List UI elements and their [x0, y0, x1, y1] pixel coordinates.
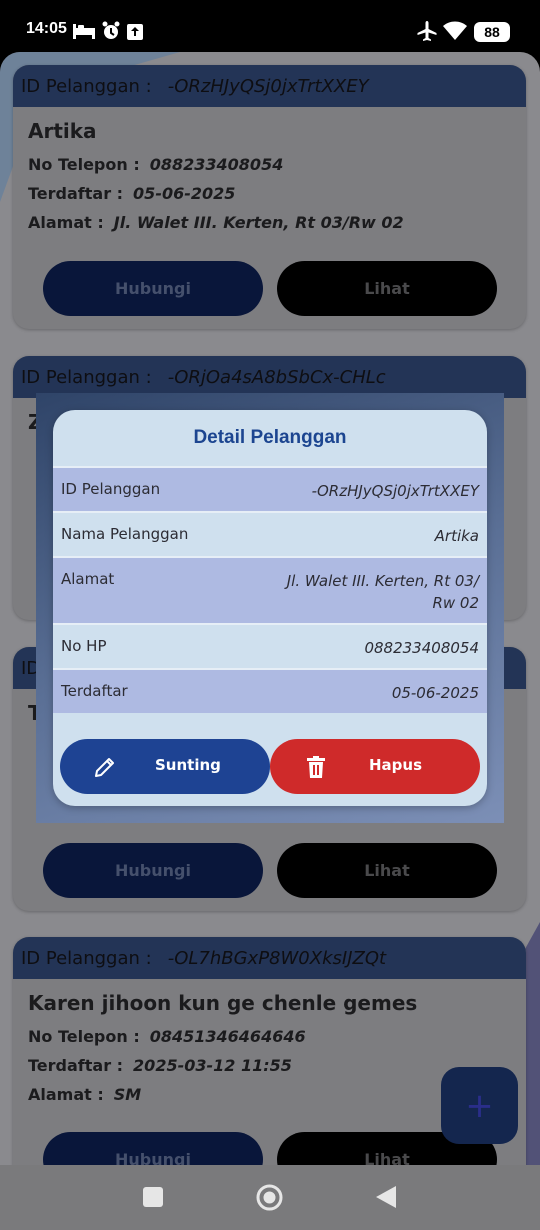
customer-id-label: ID Pelanggan :	[21, 947, 152, 969]
detail-row-name: Nama Pelanggan Artika	[53, 511, 487, 556]
detail-row-phone: No HP 088233408054	[53, 623, 487, 668]
detail-row-registered: Terdaftar 05-06-2025	[53, 668, 487, 713]
contact-button[interactable]: Hubungi	[43, 843, 263, 898]
battery-icon: 88	[474, 22, 510, 42]
detail-key: No HP	[61, 637, 107, 655]
address-row: Alamat : Jl. Walet III. Kerten, Rt 03/Rw …	[28, 213, 404, 232]
detail-value: 05-06-2025	[391, 684, 479, 702]
alarm-icon	[102, 21, 120, 39]
trash-icon	[307, 756, 325, 778]
upload-icon	[127, 24, 143, 40]
phone-value: 08451346464646	[149, 1027, 306, 1046]
phone-value: 088233408054	[149, 155, 284, 174]
registered-value: 05-06-2025	[133, 184, 236, 203]
pencil-icon	[95, 758, 114, 777]
phone-row: No Telepon :08451346464646	[28, 1027, 306, 1046]
customer-name: Karen jihoon kun ge chenle gemes	[28, 991, 418, 1015]
status-time: 14:05	[26, 20, 67, 37]
view-button[interactable]: Lihat	[277, 843, 497, 898]
edit-button[interactable]: Sunting	[60, 739, 270, 794]
detail-value: Artika	[434, 527, 479, 545]
add-customer-button[interactable]: +	[441, 1067, 518, 1144]
dialog-title: Detail Pelanggan	[193, 427, 347, 448]
card-header: ID Pelanggan : -ORjOa4sA8bSbCx-CHLc	[13, 356, 526, 398]
detail-value: Jl. Walet III. Kerten, Rt 03/ Rw 02	[286, 572, 479, 612]
customer-id-label: ID Pelanggan :	[21, 366, 152, 388]
detail-key: Terdaftar	[61, 682, 128, 700]
registered-row: Terdaftar :05-06-2025	[28, 184, 236, 203]
customer-card: ID Pelanggan : -ORzHJyQSj0jxTrtXXEY Arti…	[13, 65, 526, 329]
customer-id-value: -ORzHJyQSj0jxTrtXXEY	[167, 75, 369, 97]
detail-value: -ORzHJyQSj0jxTrtXXEY	[311, 482, 479, 500]
detail-key: Nama Pelanggan	[61, 525, 189, 543]
card-header: ID Pelanggan : -ORzHJyQSj0jxTrtXXEY	[13, 65, 526, 107]
contact-button[interactable]: Hubungi	[43, 261, 263, 316]
detail-key: Alamat	[61, 570, 115, 588]
card-header: ID Pelanggan : -OL7hBGxP8W0XksIJZQt	[13, 937, 526, 979]
delete-button-label: Hapus	[369, 756, 423, 774]
registered-value: 2025-03-12 11:55	[133, 1056, 292, 1075]
wifi-icon	[443, 21, 467, 40]
address-value: Jl. Walet III. Kerten, Rt 03/Rw 02	[113, 213, 404, 232]
address-value: SM	[113, 1085, 142, 1104]
back-button[interactable]	[376, 1186, 396, 1208]
delete-button[interactable]: Hapus	[270, 739, 480, 794]
customer-name: Artika	[28, 119, 97, 143]
edit-button-label: Sunting	[155, 756, 221, 774]
detail-key: ID Pelanggan	[61, 480, 161, 498]
detail-row-address: Alamat Jl. Walet III. Kerten, Rt 03/ Rw …	[53, 556, 487, 623]
detail-row-id: ID Pelanggan -ORzHJyQSj0jxTrtXXEY	[53, 466, 487, 511]
customer-id-label: ID Pelanggan :	[21, 75, 152, 97]
customer-detail-dialog: Detail Pelanggan ID Pelanggan -ORzHJyQSj…	[53, 410, 487, 806]
bed-icon	[73, 24, 95, 39]
system-nav-bar	[0, 1165, 540, 1230]
home-button[interactable]	[256, 1184, 283, 1211]
view-button[interactable]: Lihat	[277, 261, 497, 316]
dialog-actions: Sunting Hapus	[60, 739, 480, 794]
detail-value: 088233408054	[364, 639, 479, 657]
recents-button[interactable]	[143, 1187, 163, 1207]
customer-id-value: -OL7hBGxP8W0XksIJZQt	[167, 947, 387, 969]
address-row: Alamat : SM	[28, 1085, 142, 1104]
customer-id-value: -ORjOa4sA8bSbCx-CHLc	[167, 366, 386, 388]
registered-row: Terdaftar :2025-03-12 11:55	[28, 1056, 292, 1075]
airplane-icon	[417, 21, 437, 41]
contact-button[interactable]: Hubungi	[43, 1132, 263, 1165]
phone-row: No Telepon :088233408054	[28, 155, 284, 174]
